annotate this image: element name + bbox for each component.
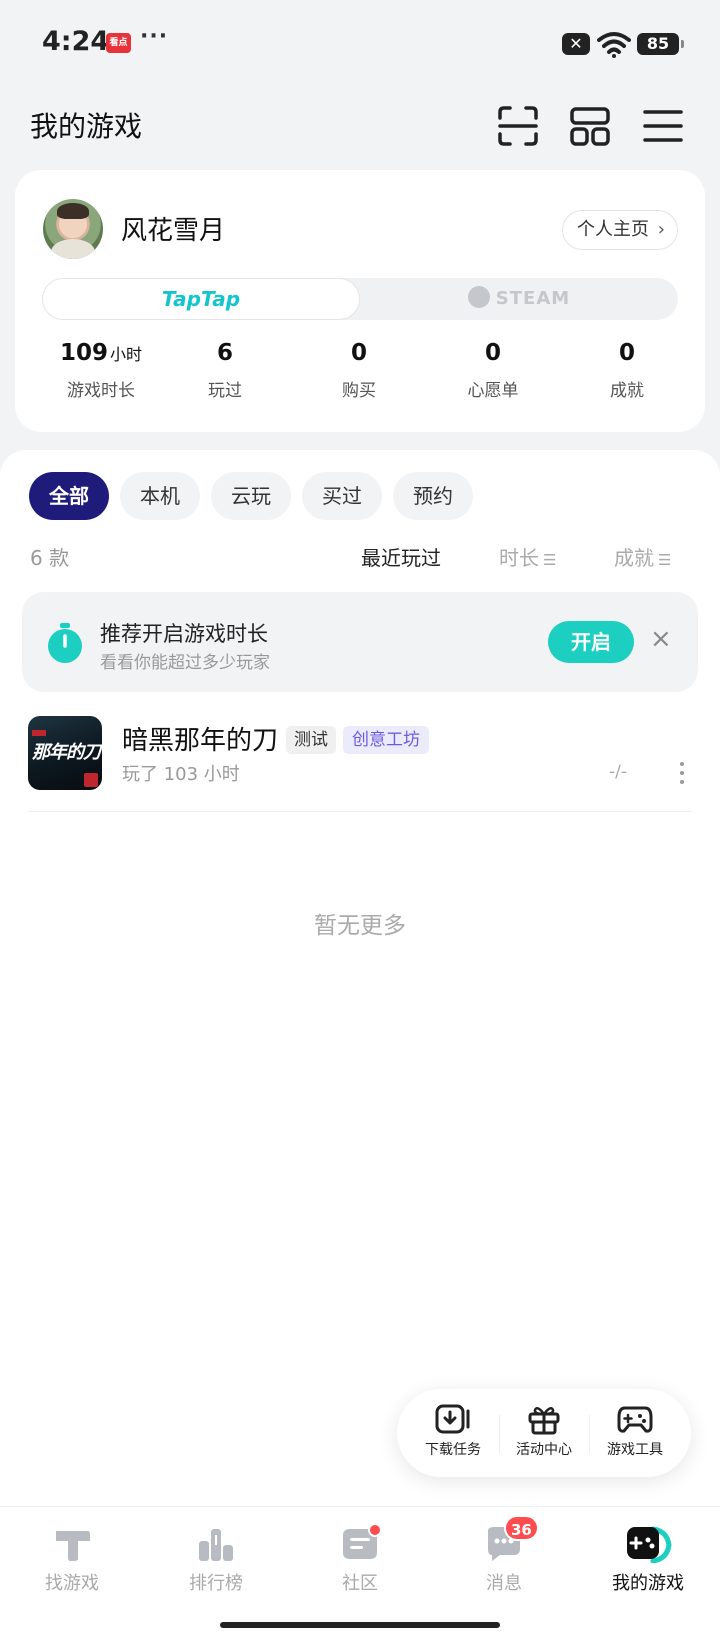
sort-icon: ☰ xyxy=(543,551,556,569)
stat-achievements[interactable]: 0 成就 xyxy=(560,340,694,401)
game-cover-image[interactable]: 那年的刀 xyxy=(28,716,102,790)
filter-local[interactable]: 本机 xyxy=(120,472,200,520)
stat-label: 玩过 xyxy=(208,381,242,401)
activity-center-button[interactable]: 活动中心 xyxy=(500,1403,588,1459)
download-icon xyxy=(435,1404,470,1434)
scan-icon[interactable] xyxy=(496,104,540,148)
no-sim-icon: ✕ xyxy=(562,33,590,55)
rankings-icon xyxy=(199,1529,233,1561)
stat-label: 游戏时长 xyxy=(67,381,135,401)
menu-icon[interactable] xyxy=(641,104,685,148)
battery-indicator: 85 xyxy=(637,33,684,55)
game-achievement-progress: -/- xyxy=(609,762,627,782)
enable-playtime-button[interactable]: 开启 xyxy=(548,621,634,663)
username[interactable]: 风花雪月 xyxy=(121,210,225,247)
download-tasks-label: 下载任务 xyxy=(425,1442,481,1458)
game-playtime: 玩了 103 小时 xyxy=(122,764,240,785)
cover-seal xyxy=(84,773,98,787)
stat-label: 成就 xyxy=(610,381,644,401)
gift-icon xyxy=(528,1406,560,1435)
filter-cloud[interactable]: 云玩 xyxy=(211,472,291,520)
stat-label: 心愿单 xyxy=(467,381,519,401)
floating-toolbar: 下载任务 活动中心 游戏工具 xyxy=(397,1389,691,1477)
stat-value: 0 xyxy=(618,340,635,366)
stat-value: 6 xyxy=(216,340,233,366)
profile-home-button[interactable]: 个人主页 › xyxy=(562,210,678,250)
nav-messages[interactable]: 消息 36 xyxy=(432,1515,576,1595)
activity-center-label: 活动中心 xyxy=(516,1442,572,1458)
stat-value: 0 xyxy=(350,340,367,366)
stopwatch-icon xyxy=(48,623,82,663)
more-vertical-icon[interactable] xyxy=(680,762,686,784)
stat-wishlist[interactable]: 0 心愿单 xyxy=(426,340,560,401)
filter-reserved[interactable]: 预约 xyxy=(393,472,473,520)
news-app-icon: 看点 xyxy=(106,33,131,53)
nav-rankings[interactable]: 排行榜 xyxy=(144,1523,288,1595)
page-title: 我的游戏 xyxy=(30,110,143,143)
sort-playtime-label: 时长 xyxy=(499,546,539,570)
stat-value: 0 xyxy=(484,340,501,366)
platform-switch: TapTap STEAM xyxy=(42,278,678,320)
playtime-promo-banner: 推荐开启游戏时长 看看你能超过多少玩家 开启 × xyxy=(22,592,698,692)
home-indicator[interactable] xyxy=(220,1622,500,1628)
sort-achievements-label: 成就 xyxy=(614,546,654,570)
sort-achievements[interactable]: 成就 ☰ xyxy=(614,542,671,571)
layout-icon[interactable] xyxy=(568,104,612,148)
nav-discover[interactable]: 找游戏 xyxy=(0,1523,144,1595)
bottom-nav: 找游戏 排行榜 社区 消息 36 我的游戏 xyxy=(0,1506,720,1640)
games-list-panel: 全部 本机 云玩 买过 预约 6 款 最近玩过 时长 ☰ 成就 ☰ 推荐开启游戏时长… xyxy=(0,450,720,1506)
tag-test: 测试 xyxy=(286,726,336,754)
game-tools-button[interactable]: 游戏工具 xyxy=(591,1403,679,1459)
nav-community[interactable]: 社区 xyxy=(288,1523,432,1595)
gamepad-icon xyxy=(617,1406,653,1433)
nav-label: 社区 xyxy=(342,1573,378,1594)
message-count-badge: 36 xyxy=(504,1515,539,1541)
download-tasks-button[interactable]: 下载任务 xyxy=(409,1403,497,1459)
sort-icon: ☰ xyxy=(658,551,671,569)
nav-label: 我的游戏 xyxy=(612,1573,684,1594)
chevron-right-icon: › xyxy=(657,219,665,240)
stat-purchased[interactable]: 0 购买 xyxy=(292,340,426,401)
my-games-icon xyxy=(627,1526,672,1563)
game-count: 6 款 xyxy=(30,546,70,570)
divider xyxy=(589,1415,590,1453)
cover-title-text: 那年的刀 xyxy=(32,742,101,763)
promo-subtitle: 看看你能超过多少玩家 xyxy=(100,653,270,673)
sort-recent[interactable]: 最近玩过 xyxy=(361,542,441,571)
stat-value: 109 小时 xyxy=(59,340,143,366)
cover-mark xyxy=(32,730,46,736)
wifi-icon xyxy=(597,32,631,58)
nav-my-games[interactable]: 我的游戏 xyxy=(576,1523,720,1595)
tab-steam-label: STEAM xyxy=(495,288,571,309)
promo-title: 推荐开启游戏时长 xyxy=(100,622,268,646)
profile-card: 风花雪月 个人主页 › TapTap STEAM 109 小时 游戏时长 6 玩过… xyxy=(15,170,705,432)
avatar[interactable] xyxy=(43,199,103,259)
nav-label: 消息 xyxy=(486,1573,522,1594)
stat-label: 购买 xyxy=(342,381,376,401)
filter-all[interactable]: 全部 xyxy=(29,472,109,520)
nav-label: 找游戏 xyxy=(45,1573,99,1594)
game-list-item[interactable]: 那年的刀 暗黑那年的刀 测试 创意工坊 玩了 103 小时 -/- xyxy=(28,716,692,812)
stat-played[interactable]: 6 玩过 xyxy=(158,340,292,401)
status-bar: 4:24 看点 ··· ✕ 85 xyxy=(0,0,720,90)
steam-icon xyxy=(467,286,490,308)
sort-playtime[interactable]: 时长 ☰ xyxy=(499,542,556,571)
notification-dot xyxy=(368,1523,382,1537)
close-icon[interactable]: × xyxy=(650,624,672,654)
game-tools-label: 游戏工具 xyxy=(607,1442,663,1458)
status-time: 4:24 xyxy=(42,26,110,57)
more-notifications-icon: ··· xyxy=(140,24,169,49)
nav-label: 排行榜 xyxy=(189,1573,243,1594)
tag-workshop: 创意工坊 xyxy=(343,726,429,754)
profile-home-label: 个人主页 xyxy=(577,219,649,240)
discover-icon xyxy=(56,1531,90,1561)
stat-playtime[interactable]: 109 小时 游戏时长 xyxy=(34,340,168,401)
no-more-text: 暂无更多 xyxy=(314,913,406,939)
stat-unit: 小时 xyxy=(110,345,143,364)
filter-bought[interactable]: 买过 xyxy=(302,472,382,520)
game-title[interactable]: 暗黑那年的刀 xyxy=(122,720,278,757)
tab-taptap[interactable]: TapTap xyxy=(42,278,360,320)
tab-steam[interactable]: STEAM xyxy=(360,278,678,320)
